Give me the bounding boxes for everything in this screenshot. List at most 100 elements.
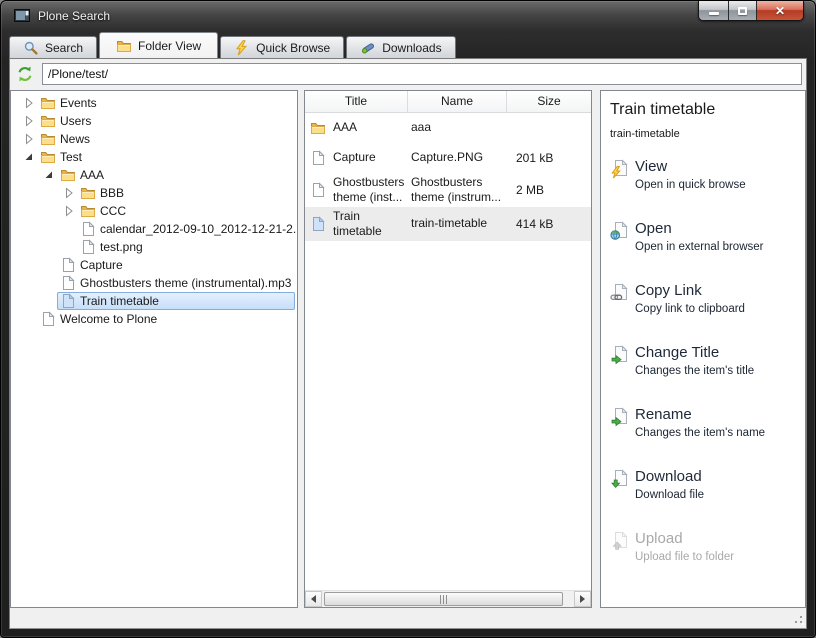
tree-item-label: Capture <box>80 257 123 272</box>
folder-icon <box>40 149 56 165</box>
table-row-aaa[interactable]: AAA aaa <box>305 113 591 143</box>
tree-item-capture[interactable]: Capture <box>11 256 297 274</box>
expander-expanded-icon[interactable] <box>41 167 57 183</box>
action-description: Open in external browser <box>635 240 764 253</box>
tree-item-bbb[interactable]: BBB <box>11 184 297 202</box>
cell-size: 2 MB <box>516 182 545 197</box>
tree-item-ccc[interactable]: CCC <box>11 202 297 220</box>
tree-item-train-timetable[interactable]: Train timetable <box>11 291 297 310</box>
tree-item-news[interactable]: News <box>11 130 297 148</box>
action-description: Open in quick browse <box>635 178 746 191</box>
refresh-button[interactable] <box>13 62 37 86</box>
scrollbar-track[interactable] <box>322 591 574 607</box>
tree-item-label: calendar_2012-09-10_2012-12-21-2.... <box>100 221 298 236</box>
cell-size: 201 kB <box>516 150 554 165</box>
tab-downloads[interactable]: Downloads <box>346 36 456 58</box>
tree-item-users[interactable]: Users <box>11 112 297 130</box>
column-header-size[interactable]: Size <box>507 91 591 112</box>
tree-item-label: Users <box>60 113 92 128</box>
file-table-panel: Title Name Size AAA aaa Capture Capture.PNG 20… <box>304 89 592 609</box>
tree-item-label: test.png <box>100 239 143 254</box>
app-window: Plone Search ✕ Search Folder View Quick Br… <box>0 0 816 638</box>
table-row-capture[interactable]: Capture Capture.PNG 201 kB <box>305 143 591 173</box>
action-view[interactable]: View Open in quick browse <box>610 157 799 193</box>
folder-icon <box>310 120 326 136</box>
minimize-button[interactable] <box>699 1 729 20</box>
folder-tree-panel: Events Users News Test AAA BBB CCC calendar_201… <box>10 89 298 609</box>
tree-item-label: BBB <box>100 185 125 200</box>
download-icon <box>610 467 635 503</box>
cell-size: 414 kB <box>516 216 554 231</box>
folder-icon <box>80 185 96 201</box>
tree-item-test[interactable]: Test <box>11 148 297 166</box>
tree-item-label: Train timetable <box>80 293 159 308</box>
action-copy-link[interactable]: Copy Link Copy link to clipboard <box>610 281 799 317</box>
close-button[interactable]: ✕ <box>757 1 803 20</box>
action-change-title[interactable]: Change Title Changes the item's title <box>610 343 799 379</box>
cell-name: train-timetable <box>411 216 488 231</box>
cell-title: Ghostbusters theme (inst... <box>333 174 405 204</box>
arrow-left-icon <box>311 595 316 604</box>
cell-title: AAA <box>333 120 358 135</box>
table-row-train-timetable[interactable]: Train timetable train-timetable 414 kB <box>305 206 591 241</box>
action-label: Rename <box>635 405 692 423</box>
minimize-icon <box>708 12 719 15</box>
tab-search[interactable]: Search <box>9 36 98 58</box>
cell-name: aaa <box>411 120 432 135</box>
file-icon <box>80 239 96 255</box>
action-label: Change Title <box>635 343 720 361</box>
rename-icon <box>610 405 635 441</box>
expander-collapsed-icon[interactable] <box>21 95 37 111</box>
expander-expanded-icon[interactable] <box>21 149 37 165</box>
horizontal-scrollbar[interactable] <box>305 590 591 608</box>
details-panel: Train timetable train-timetable View Open… <box>600 89 806 609</box>
folder-icon <box>116 38 132 54</box>
tree-item-aaa[interactable]: AAA <box>11 166 297 184</box>
address-input[interactable] <box>42 63 802 86</box>
action-rename[interactable]: Rename Changes the item's name <box>610 405 799 441</box>
scroll-left-button[interactable] <box>305 591 322 608</box>
content-area: Events Users News Test AAA BBB CCC calendar_201… <box>9 58 807 629</box>
expander-collapsed-icon[interactable] <box>21 131 37 147</box>
tab-label: Downloads <box>382 40 442 55</box>
panels: Events Users News Test AAA BBB CCC calendar_201… <box>10 89 806 609</box>
tree-item-calendar-2012-09-10-2012-12-21-2[interactable]: calendar_2012-09-10_2012-12-21-2.... <box>11 220 297 238</box>
actions-list: View Open in quick browse Open Open in exte… <box>610 157 799 565</box>
tree-item-events[interactable]: Events <box>11 94 297 112</box>
table-row-ghostbusters-theme-inst[interactable]: Ghostbusters theme (inst... Ghostbusters … <box>305 173 591 207</box>
tab-quick-browse[interactable]: Quick Browse <box>220 36 345 58</box>
expander-collapsed-icon[interactable] <box>21 113 37 129</box>
column-header-title[interactable]: Title <box>305 90 408 112</box>
action-open[interactable]: Open Open in external browser <box>610 219 799 255</box>
upload-icon <box>610 529 635 565</box>
details-name: train-timetable <box>610 127 680 140</box>
tree-item-test-png[interactable]: test.png <box>11 238 297 256</box>
size-grip[interactable] <box>791 612 804 625</box>
open-icon <box>610 219 635 255</box>
action-description: Changes the item's title <box>635 364 755 377</box>
toolbar <box>10 59 806 90</box>
action-description: Changes the item's name <box>635 426 766 439</box>
action-label: Copy Link <box>635 281 702 299</box>
title-bar[interactable]: Plone Search ✕ <box>9 1 807 31</box>
scroll-right-button[interactable] <box>574 591 591 608</box>
scrollbar-thumb[interactable] <box>324 592 564 607</box>
column-header-name[interactable]: Name <box>408 90 507 112</box>
tree-item-label: Ghostbusters theme (instrumental).mp3 <box>80 275 292 290</box>
maximize-button[interactable] <box>729 1 757 20</box>
tree-item-label: News <box>60 131 91 146</box>
expander-collapsed-icon[interactable] <box>61 185 77 201</box>
tree-item-welcome-to-plone[interactable]: Welcome to Plone <box>11 310 297 328</box>
tree-item-ghostbusters-theme-instrumental-mp3[interactable]: Ghostbusters theme (instrumental).mp3 <box>11 274 297 292</box>
expander-collapsed-icon[interactable] <box>61 203 77 219</box>
tab-folder-view[interactable]: Folder View <box>99 32 219 58</box>
refresh-icon <box>16 65 34 83</box>
action-download[interactable]: Download Download file <box>610 467 799 503</box>
tab-bar: Search Folder View Quick Browse Downloads <box>9 31 807 58</box>
quick-browse-icon <box>234 39 250 56</box>
tree-item-label: Events <box>60 95 97 110</box>
